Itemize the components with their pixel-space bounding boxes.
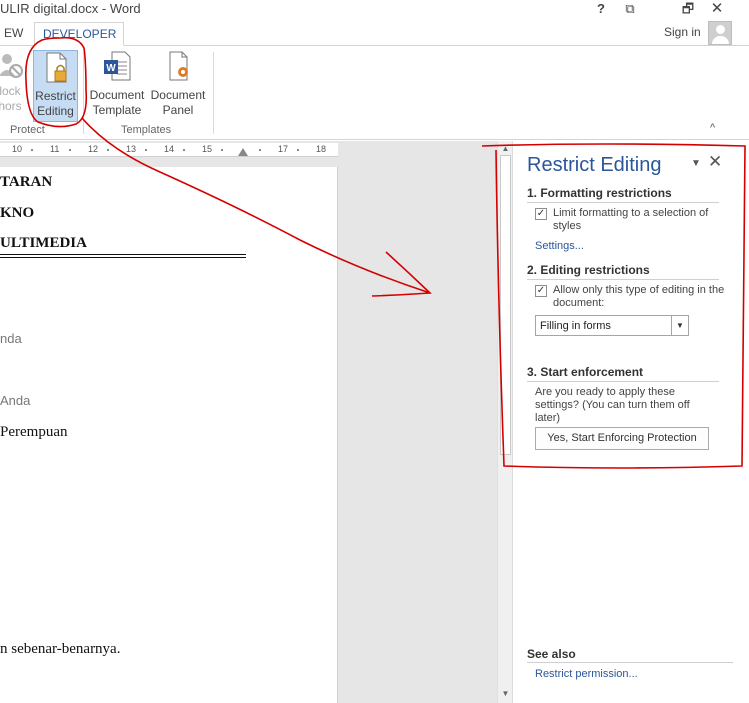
ribbon-display-options-button[interactable]: ⧉ xyxy=(619,0,641,18)
document-template-label-1: Document xyxy=(89,88,145,102)
ruler-indent-marker[interactable] xyxy=(238,148,248,156)
word-template-icon: W xyxy=(104,51,131,81)
ruler-tick: 18 xyxy=(316,144,327,154)
ruler-tick: 13 xyxy=(126,144,137,154)
restrict-editing-icon xyxy=(46,52,66,83)
avatar-head-icon xyxy=(716,25,725,34)
avatar-body-icon xyxy=(712,36,729,44)
limit-formatting-label: Limit formatting to a selection of style… xyxy=(553,207,709,232)
tab-developer[interactable]: DEVELOPER xyxy=(34,22,124,46)
horizontal-ruler[interactable]: 10 11 12 13 14 15 17 18 xyxy=(0,143,338,157)
ruler-dot xyxy=(221,149,223,151)
help-button[interactable]: ? xyxy=(590,0,612,18)
ruler-dot xyxy=(297,149,299,151)
document-text-line: n sebenar-benarnya. xyxy=(0,641,121,657)
scroll-up-icon[interactable]: ▲ xyxy=(500,143,511,154)
chevron-down-icon[interactable]: ▼ xyxy=(671,316,688,335)
document-panel-label-1: Document xyxy=(150,88,206,102)
settings-link[interactable]: Settings... xyxy=(535,240,584,252)
title-bar: ULIR digital.docx - Word ? ⧉ 🗗 ✕ xyxy=(0,0,749,20)
ruler-tick: 12 xyxy=(88,144,99,154)
form-field-placeholder[interactable]: nda xyxy=(0,331,22,346)
ruler-tick: 15 xyxy=(202,144,213,154)
block-authors-label-2: hors xyxy=(0,99,22,113)
ruler-tick: 10 xyxy=(12,144,23,154)
document-page[interactable]: TARAN KNO ULTIMEDIA nda Anda Perempuan n… xyxy=(0,167,338,703)
restrict-permission-link[interactable]: Restrict permission... xyxy=(535,668,638,680)
ruler-dot xyxy=(107,149,109,151)
allow-editing-label: Allow only this type of editing in the d… xyxy=(553,284,725,309)
restore-window-button[interactable]: 🗗 xyxy=(677,0,699,18)
restrict-editing-pane: Restrict Editing ▼ ✕ 1. Formatting restr… xyxy=(512,141,749,703)
ruler-dot xyxy=(145,149,147,151)
pane-title: Restrict Editing xyxy=(527,154,662,176)
ruler-dot xyxy=(69,149,71,151)
sign-in-link[interactable]: Sign in xyxy=(664,25,701,39)
group-separator xyxy=(83,52,84,134)
window-title: ULIR digital.docx - Word xyxy=(0,1,141,16)
tab-view[interactable]: EW xyxy=(0,22,31,46)
editing-restrictions-heading: 2. Editing restrictions xyxy=(527,263,719,280)
allow-editing-checkbox-row[interactable]: ✓ Allow only this type of editing in the… xyxy=(535,284,725,310)
avatar[interactable] xyxy=(708,21,732,45)
document-template-button[interactable]: W Document Template xyxy=(88,50,146,118)
document-panel-label-2: Panel xyxy=(162,103,194,117)
group-label-templates: Templates xyxy=(121,124,172,136)
document-text-line: Perempuan xyxy=(0,424,68,440)
svg-text:W: W xyxy=(106,63,116,74)
group-separator xyxy=(213,52,214,134)
start-enforcing-protection-button[interactable]: Yes, Start Enforcing Protection xyxy=(535,427,709,450)
collapse-ribbon-button[interactable]: ^ xyxy=(710,122,715,134)
editing-type-value: Filling in forms xyxy=(540,320,611,332)
document-area: 10 11 12 13 14 15 17 18 TARAN KNO ULTIME… xyxy=(0,141,497,703)
limit-formatting-checkbox-row[interactable]: ✓ Limit formatting to a selection of sty… xyxy=(535,207,725,233)
allow-editing-checkbox[interactable]: ✓ xyxy=(535,285,547,297)
document-text-line: ULTIMEDIA xyxy=(0,235,87,251)
vertical-scrollbar[interactable]: ▲ ▼ xyxy=(497,141,512,703)
ruler-dot xyxy=(259,149,261,151)
document-text-line: KNO xyxy=(0,205,35,221)
document-panel-button[interactable]: Document Panel xyxy=(148,50,208,118)
pane-options-icon[interactable]: ▼ xyxy=(691,158,701,169)
ruler-tick: 11 xyxy=(50,144,60,154)
start-enforcement-heading: 3. Start enforcement xyxy=(527,365,719,382)
ruler-dot xyxy=(31,149,33,151)
document-template-label-2: Template xyxy=(92,103,142,117)
restrict-editing-button[interactable]: Restrict Editing xyxy=(33,50,78,122)
editing-type-dropdown[interactable]: Filling in forms ▼ xyxy=(535,315,689,336)
double-underline xyxy=(0,254,246,258)
see-also-heading: See also xyxy=(527,647,576,661)
close-window-button[interactable]: ✕ xyxy=(706,0,728,18)
restrict-editing-label-1: Restrict xyxy=(35,89,76,103)
pane-close-icon[interactable]: ✕ xyxy=(708,152,722,172)
ruler-tick: 17 xyxy=(278,144,289,154)
ribbon: lock hors Restrict Editing W Document Te… xyxy=(0,46,749,140)
form-field-placeholder[interactable]: Anda xyxy=(0,393,30,408)
enforcement-description: Are you ready to apply these settings? (… xyxy=(535,386,690,424)
block-authors-icon xyxy=(0,54,23,78)
divider xyxy=(527,662,733,663)
group-label-protect: Protect xyxy=(10,124,45,136)
restrict-editing-label-2: Editing xyxy=(37,104,74,118)
block-authors-button[interactable]: lock hors xyxy=(0,50,26,114)
limit-formatting-checkbox[interactable]: ✓ xyxy=(535,208,547,220)
document-panel-icon xyxy=(169,51,188,81)
ruler-dot xyxy=(183,149,185,151)
scroll-down-icon[interactable]: ▼ xyxy=(500,688,511,699)
formatting-restrictions-heading: 1. Formatting restrictions xyxy=(527,186,719,203)
document-text-line: TARAN xyxy=(0,174,53,190)
ruler-tick: 14 xyxy=(164,144,175,154)
scrollbar-thumb[interactable] xyxy=(500,155,511,455)
block-authors-label-1: lock xyxy=(0,84,21,98)
ribbon-tabs: EW DEVELOPER Sign in xyxy=(0,20,749,46)
